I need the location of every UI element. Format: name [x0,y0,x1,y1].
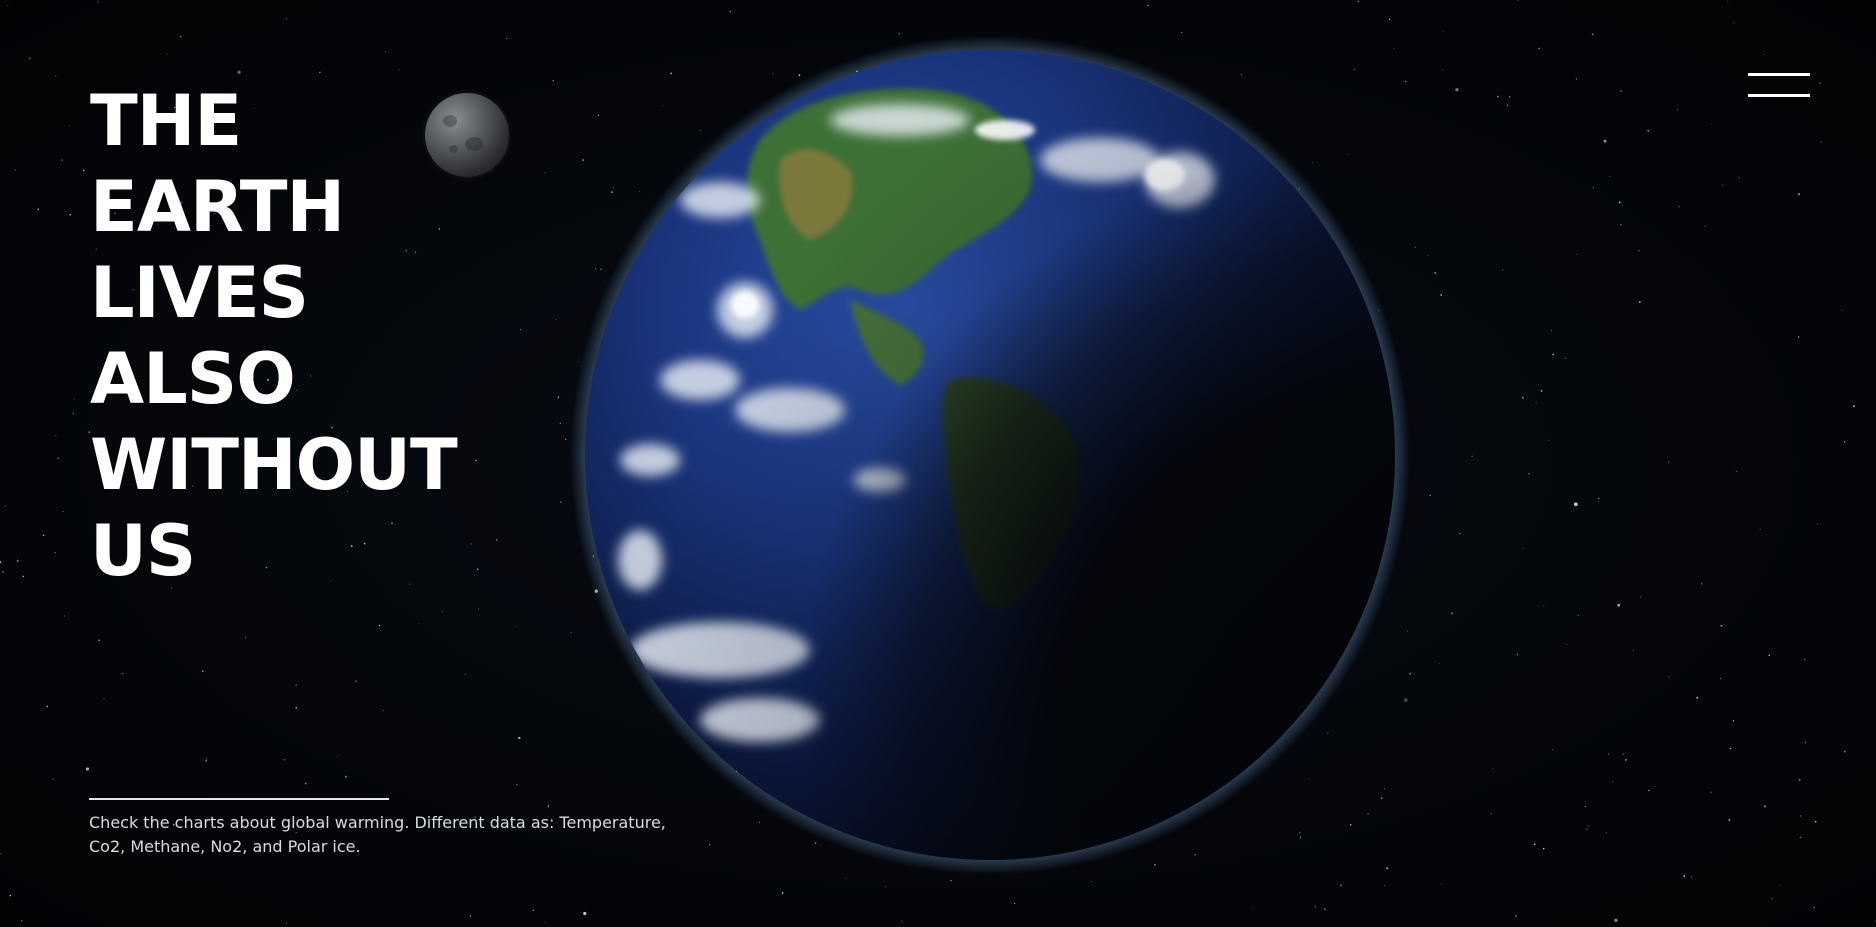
headline-line: EARTH [90,166,345,248]
headline-line: LIVES [90,252,309,334]
hero-headline: THE EARTH LIVES ALSO WITHOUT US [90,78,458,594]
hero-page: THE EARTH LIVES ALSO WITHOUT US Check th… [0,0,1876,927]
hamburger-menu-button[interactable] [1748,70,1810,100]
headline-line: THE [90,80,242,162]
menu-bar-top [1748,73,1810,76]
headline-line: US [90,510,196,592]
description-divider [89,798,389,800]
headline-line: WITHOUT [90,424,458,506]
menu-bar-bottom [1748,94,1810,97]
hero-description: Check the charts about global warming. D… [89,813,666,856]
headline-line: ALSO [90,338,296,420]
